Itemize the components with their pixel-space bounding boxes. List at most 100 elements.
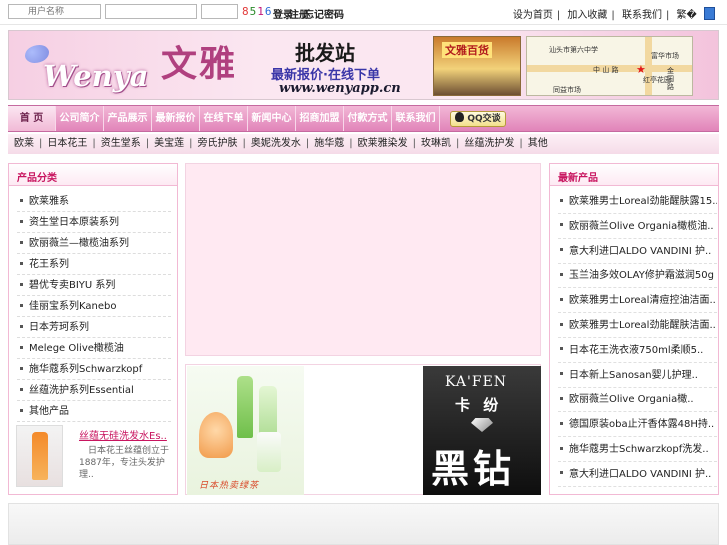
category-item[interactable]: 碧优专卖BIYU 系列 [17, 276, 171, 296]
new-product-item[interactable]: 意大利进口ALDO VANDINI 护.. [558, 462, 717, 487]
traditional-chinese-link[interactable]: 繁� [677, 10, 697, 21]
subnav-item[interactable]: 丝蕴洗护发 [464, 138, 514, 149]
new-product-item[interactable]: 日本新上Sanosan婴儿护理.. [558, 363, 717, 388]
category-item[interactable]: 欧莱雅系 [17, 192, 171, 212]
banner-url: www.wenyapp.cn [279, 81, 401, 96]
new-product-item[interactable]: 玉兰油多效OLAY修护霜滋润50g [558, 263, 717, 289]
separator: | [456, 138, 460, 149]
separator: | [519, 138, 523, 149]
new-product-item[interactable]: 德国原装oba止汗香体露48H持.. [558, 412, 717, 438]
new-product-item[interactable]: 欧莱雅男士Loreal清痘控油洁面.. [558, 288, 717, 314]
new-product-item[interactable]: 欧丽薇兰Olive Organia橄榄油.. [558, 214, 717, 239]
nav-products[interactable]: 产品展示 [104, 106, 152, 131]
diamond-icon [471, 418, 493, 432]
captcha-digit: 1 [257, 5, 265, 18]
logo-chinese: 文雅 [161, 43, 238, 85]
featured-product-title[interactable]: 丝蕴无硅洗发水Es.. [79, 427, 167, 442]
flash-banner-area[interactable] [185, 163, 541, 356]
map-label: 同益市场 [553, 86, 581, 94]
category-item[interactable]: Melege Olive橄榄油 [17, 339, 171, 359]
category-item[interactable]: 资生堂日本原装系列 [17, 213, 171, 233]
new-product-item[interactable]: 欧莱雅男士Loreal劲能醒肤洁面.. [558, 313, 717, 338]
featured-product-description: 日本花王丝蕴创立于1887年，专注头发护理.. [79, 446, 170, 480]
captcha-input[interactable] [201, 4, 238, 19]
category-item[interactable]: 其他产品 [17, 402, 171, 422]
new-product-item[interactable]: 日本花王洗衣液750ml柔顺5.. [558, 338, 717, 363]
site-banner[interactable]: Wenya 文雅 批发站 最新报价·在线下单 www.wenyapp.cn 文雅… [8, 30, 719, 100]
password-input[interactable] [105, 4, 197, 19]
location-star-icon: ★ [636, 63, 646, 76]
separator: | [92, 138, 96, 149]
nav-prices[interactable]: 最新报价 [152, 106, 200, 131]
new-product-item[interactable]: 欧丽薇兰Olive Organia橄.. [558, 387, 717, 413]
category-item[interactable]: 丝蕴洗护系列Essential [17, 381, 171, 401]
nav-franchise[interactable]: 招商加盟 [296, 106, 344, 131]
main-nav: 首 页 公司简介 产品展示 最新报价 在线下单 新闻中心 招商加盟 付款方式 联… [8, 105, 719, 132]
captcha-image[interactable]: 8516 [242, 5, 273, 18]
subnav-item[interactable]: 欧莱 [14, 138, 34, 149]
subnav-item[interactable]: 奥妮洗发水 [251, 138, 301, 149]
category-item[interactable]: 欧丽薇兰—橄榄油系列 [17, 234, 171, 254]
shop-sign: 文雅百货 [442, 42, 492, 58]
nav-contact[interactable]: 联系我们 [392, 106, 440, 131]
forgot-password-link[interactable]: 忘记密码 [304, 6, 344, 21]
doc-icon[interactable] [704, 7, 715, 20]
captcha-digit: 8 [242, 5, 250, 18]
username-input[interactable] [8, 4, 101, 19]
add-favorite-link[interactable]: 加入收藏 [567, 10, 607, 21]
subnav-item[interactable]: 资生堂系 [101, 138, 141, 149]
qq-penguin-icon [455, 112, 465, 122]
brand-name-cn: 卡 纷 [455, 396, 503, 414]
wholesale-heading: 批发站 [295, 41, 355, 65]
map-label: 汕头市第六中学 [549, 46, 598, 54]
subnav-item[interactable]: 施华蔻 [314, 138, 344, 149]
separator: | [242, 138, 246, 149]
subnav-item[interactable]: 美宝莲 [154, 138, 184, 149]
nav-home[interactable]: 首 页 [8, 106, 56, 131]
subnav-item[interactable]: 日本花王 [47, 138, 87, 149]
brand-name-en: KA'FEN [445, 374, 508, 390]
top-bar: 8516 登录 注册 忘记密码 设为首页| 加入收藏| 联系我们| 繁� [0, 0, 727, 25]
category-subnav: 欧莱 | 日本花王 | 资生堂系 | 美宝莲 | 旁氏护肤 | 奥妮洗发水 | 施华蔻 | 欧莱雅染发 | 玫琳… [8, 134, 719, 154]
separator: | [305, 138, 310, 149]
shop-photo: 文雅百货 [433, 36, 521, 96]
map-label: 金园路 [667, 67, 674, 91]
contact-link[interactable]: 联系我们 [622, 10, 662, 21]
nav-payment[interactable]: 付款方式 [344, 106, 392, 131]
separator: | [412, 138, 416, 149]
captcha-digit: 6 [264, 5, 273, 18]
category-item[interactable]: 施华蔻系列Schwarzkopf [17, 360, 171, 380]
category-item[interactable]: 佳丽宝系列Kanebo [17, 297, 171, 317]
logo-english: Wenya [43, 59, 149, 93]
featured-product-image[interactable] [16, 425, 63, 487]
nav-news[interactable]: 新闻中心 [248, 106, 296, 131]
category-item[interactable]: 日本芳珂系列 [17, 318, 171, 338]
category-item[interactable]: 花王系列 [17, 255, 171, 275]
separator: | [145, 138, 150, 149]
bottle-image [237, 376, 253, 438]
new-product-item[interactable]: 欧莱雅男士Loreal劲能醒肤露15.. [558, 189, 717, 214]
separator: | [665, 10, 670, 21]
subnav-item[interactable]: 其他 [528, 138, 548, 149]
panel-header: 最新产品 [550, 164, 718, 186]
map-label: 富华市场 [651, 52, 679, 60]
map-label: 中 山 路 [593, 66, 619, 74]
bottle-image [257, 432, 281, 472]
qq-chat-button[interactable]: QQ交谈 [450, 111, 506, 127]
separator: | [556, 10, 561, 21]
subnav-item[interactable]: 欧莱雅染发 [358, 138, 408, 149]
new-product-item[interactable]: 施华蔻男士Schwarzkopf洗发.. [558, 437, 717, 462]
kafen-promo-image[interactable]: KA'FEN 卡 纷 黑钻 [423, 366, 541, 495]
separator: | [349, 138, 353, 149]
promo-area: 日本热卖绿茶 KA'FEN 卡 纷 黑钻 [185, 364, 541, 495]
nav-company[interactable]: 公司简介 [56, 106, 104, 131]
new-products-panel: 最新产品 欧莱雅男士Loreal劲能醒肤露15.. 欧丽薇兰Olive Organ… [549, 163, 719, 495]
location-map: 汕头市第六中学 富华市场 中 山 路 红亭花园 同益市场 金园路 ★ [526, 36, 693, 96]
qq-chat-label: QQ交谈 [467, 114, 501, 124]
green-tea-promo-image[interactable]: 日本热卖绿茶 [187, 366, 304, 495]
subnav-item[interactable]: 玫琳凯 [421, 138, 451, 149]
set-homepage-link[interactable]: 设为首页 [513, 10, 553, 21]
nav-order[interactable]: 在线下单 [200, 106, 248, 131]
subnav-item[interactable]: 旁氏护肤 [198, 138, 238, 149]
new-product-item[interactable]: 意大利进口ALDO VANDINI 护.. [558, 239, 717, 264]
